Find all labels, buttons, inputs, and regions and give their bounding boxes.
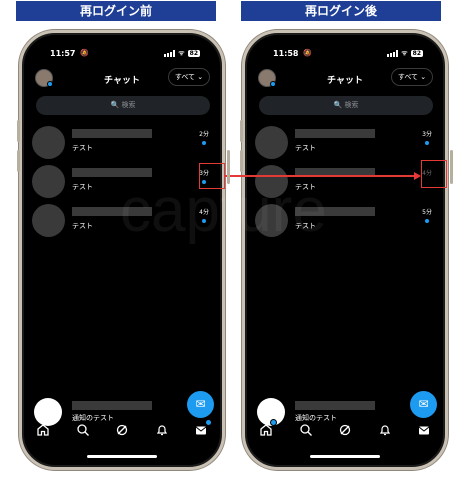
spaces-icon: [116, 424, 128, 436]
silent-bell-icon: 🔕: [80, 49, 89, 57]
chat-list-item[interactable]: テスト 3分: [253, 126, 435, 160]
chat-avatar: [32, 204, 65, 237]
volume-button: [240, 120, 243, 142]
tab-search[interactable]: [74, 421, 92, 439]
chat-preview: テスト: [72, 183, 93, 191]
highlight-box-before: [199, 163, 225, 189]
redacted-name: [295, 401, 375, 410]
mail-icon: [418, 426, 430, 435]
tab-spaces[interactable]: [336, 421, 354, 439]
status-time: 11:58: [273, 49, 299, 58]
chat-preview: テスト: [72, 144, 93, 152]
status-bar: 11:58 🔕 ᯤ 82: [273, 47, 423, 61]
search-input[interactable]: 🔍 検索: [36, 96, 210, 115]
tab-search[interactable]: [297, 421, 315, 439]
spaces-icon: [339, 424, 351, 436]
battery-icon: 82: [410, 50, 423, 57]
volume-button: [17, 150, 20, 172]
tab-messages[interactable]: [415, 421, 433, 439]
tab-spaces[interactable]: [113, 421, 131, 439]
redacted-name: [72, 129, 152, 138]
chat-avatar: [255, 126, 288, 159]
tab-notifications[interactable]: [376, 421, 394, 439]
unread-dot: [202, 141, 206, 145]
power-button: [450, 150, 453, 184]
notification-dot: [205, 419, 212, 426]
compose-icon: ✉: [418, 397, 429, 411]
tab-bar: [34, 419, 212, 439]
tab-home[interactable]: [257, 419, 277, 439]
home-indicator: [310, 455, 380, 458]
before-relogin-banner: 再ログイン前: [16, 1, 216, 21]
compose-icon: ✉: [195, 397, 206, 411]
search-input[interactable]: 🔍 検索: [259, 96, 433, 115]
tab-notifications[interactable]: [153, 421, 171, 439]
volume-button: [17, 120, 20, 142]
volume-button: [240, 150, 243, 172]
home-indicator: [87, 455, 157, 458]
phone-after: 11:58 🔕 ᯤ 82 チャット すべて ⌄ 🔍 検索 テスト 3分 テスト …: [242, 30, 448, 470]
home-icon: [37, 424, 49, 436]
redacted-name: [295, 129, 375, 138]
filter-dropdown[interactable]: すべて ⌄: [168, 68, 210, 86]
unread-dot: [425, 141, 429, 145]
chat-preview: テスト: [295, 144, 316, 152]
filter-dropdown[interactable]: すべて ⌄: [391, 68, 433, 86]
compose-button[interactable]: ✉: [187, 391, 214, 418]
comparison-arrow-line: [225, 175, 415, 177]
battery-icon: 82: [187, 50, 200, 57]
chat-time: 3分: [422, 131, 432, 138]
comparison-arrow-head: [414, 171, 421, 180]
tab-bar: [257, 419, 433, 439]
redacted-name: [72, 401, 152, 410]
chat-list-item[interactable]: テスト 2分: [30, 126, 212, 160]
bell-icon: [156, 425, 167, 436]
bell-icon: [379, 425, 390, 436]
search-icon: [299, 424, 312, 436]
chat-time: 5分: [422, 209, 432, 216]
status-bar: 11:57 🔕 ᯤ 82: [50, 47, 200, 61]
highlight-box-after: [421, 160, 447, 188]
chat-avatar: [32, 126, 65, 159]
chat-preview: テスト: [72, 222, 93, 230]
tab-messages[interactable]: [192, 419, 212, 439]
wifi-icon: ᯤ: [178, 49, 185, 57]
after-relogin-banner: 再ログイン後: [241, 1, 441, 21]
unread-dot: [425, 219, 429, 223]
compose-button[interactable]: ✉: [410, 391, 437, 418]
chat-time: 2分: [199, 131, 209, 138]
status-time: 11:57: [50, 49, 76, 58]
signal-icon: [164, 50, 176, 57]
search-icon: [76, 424, 89, 436]
signal-icon: [387, 50, 399, 57]
wifi-icon: ᯤ: [401, 49, 408, 57]
notification-dot: [270, 419, 277, 426]
chat-avatar: [32, 165, 65, 198]
silent-bell-icon: 🔕: [303, 49, 312, 57]
tab-home[interactable]: [34, 421, 52, 439]
phone-before: 11:57 🔕 ᯤ 82 チャット すべて ⌄ 🔍 検索 テスト 2分 テスト …: [19, 30, 225, 470]
power-button: [227, 150, 230, 184]
